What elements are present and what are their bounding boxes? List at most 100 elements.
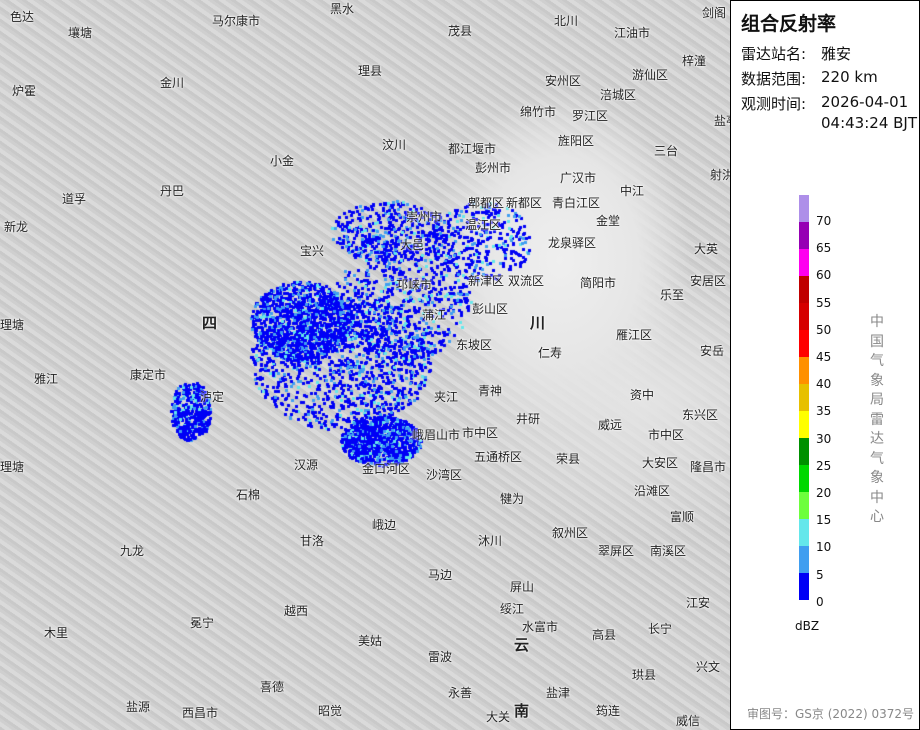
- city-label: 道孚: [62, 192, 87, 206]
- city-label: 茂县: [448, 24, 473, 38]
- legend-tick: 0: [816, 594, 824, 609]
- product-title: 组合反射率: [741, 13, 837, 35]
- city-label: 五通桥区: [474, 450, 523, 464]
- city-label: 威信: [676, 714, 701, 728]
- city-label: 隆昌市: [690, 460, 727, 474]
- city-label: 青神: [478, 384, 503, 398]
- color-legend: [799, 195, 809, 600]
- city-label: 市中区: [462, 426, 499, 440]
- city-label: 盐源: [126, 700, 151, 714]
- province-label: 南: [514, 702, 530, 720]
- city-label: 广汉市: [560, 171, 597, 185]
- city-label: 甘洛: [300, 534, 325, 548]
- city-label: 雷波: [428, 650, 453, 664]
- city-label: 永善: [448, 686, 473, 700]
- legend-swatch: [799, 303, 809, 330]
- approval-number: 审图号：GS京 (2022) 0372号: [747, 707, 914, 721]
- city-label: 宝兴: [300, 244, 325, 258]
- agency-label: 中国气象局雷达气象中心: [870, 314, 884, 525]
- city-label: 江油市: [614, 26, 651, 40]
- city-label: 沿滩区: [634, 484, 671, 498]
- city-label: 高县: [592, 628, 617, 642]
- legend-swatch: [799, 546, 809, 573]
- city-label: 龙泉驿区: [548, 236, 597, 250]
- city-label: 蒲江: [422, 308, 447, 322]
- city-label: 威远: [598, 418, 623, 432]
- city-label: 绥江: [500, 602, 525, 616]
- city-label: 理塘: [0, 318, 25, 332]
- city-label: 井研: [516, 412, 541, 426]
- city-label: 汉源: [294, 458, 319, 472]
- city-label: 新都区: [506, 196, 543, 210]
- city-label: 仁寿: [538, 346, 563, 360]
- city-label: 旌阳区: [558, 134, 595, 148]
- legend-swatch: [799, 519, 809, 546]
- city-label: 双流区: [508, 274, 545, 288]
- city-label: 长宁: [648, 622, 673, 636]
- city-label: 九龙: [120, 544, 145, 558]
- city-label: 黑水: [330, 2, 355, 16]
- city-label: 小金: [270, 154, 295, 168]
- city-label: 筠连: [596, 704, 621, 718]
- time-row: 观测时间: 2026-04-01 04:43:24 BJT: [741, 93, 917, 132]
- legend-tick: 50: [816, 322, 832, 337]
- legend-tick: 40: [816, 377, 832, 392]
- city-label: 北川: [554, 14, 579, 28]
- city-label: 大英: [694, 242, 719, 256]
- city-label: 雁江区: [616, 328, 653, 342]
- legend-tick: 70: [816, 214, 832, 228]
- city-label: 屏山: [510, 580, 535, 594]
- city-label: 梓潼: [682, 54, 707, 68]
- city-label: 新龙: [4, 220, 29, 234]
- date-value: 2026-04-01: [821, 93, 909, 111]
- city-label: 色达: [10, 10, 35, 24]
- city-label: 犍为: [500, 492, 525, 506]
- city-label: 木里: [44, 626, 69, 640]
- city-label: 美姑: [358, 634, 383, 648]
- info-panel: 组合反射率 雷达站名: 雅安 数据范围: 220 km 观测时间: 2026-04-0…: [730, 0, 920, 730]
- radar-echo-layer: [0, 0, 730, 730]
- city-label: 南溪区: [650, 544, 687, 558]
- city-label: 富顺: [670, 510, 695, 524]
- province-label: 川: [530, 314, 546, 332]
- city-label: 中江: [620, 184, 645, 198]
- city-label: 翠屏区: [598, 544, 635, 558]
- legend-swatch: [799, 222, 809, 249]
- city-label: 涪城区: [600, 88, 637, 102]
- legend-swatch: [799, 357, 809, 384]
- city-label: 新津区: [468, 274, 505, 288]
- range-value: 220 km: [821, 68, 878, 86]
- city-label: 安居区: [690, 274, 727, 288]
- city-label: 资中: [630, 388, 655, 402]
- city-label: 游仙区: [632, 68, 669, 82]
- city-label: 炉霍: [12, 84, 37, 98]
- city-label: 康定市: [130, 368, 167, 382]
- city-label: 盐津: [546, 686, 571, 700]
- city-label: 冕宁: [190, 616, 215, 630]
- city-label: 三台: [654, 144, 679, 158]
- range-label: 数据范围:: [741, 70, 807, 88]
- city-label: 大邑: [400, 238, 425, 252]
- legend-tick: 45: [816, 350, 832, 364]
- city-label: 温江区: [465, 218, 502, 232]
- province-label: 云: [514, 636, 530, 654]
- city-label: 石棉: [236, 488, 261, 502]
- legend-tick: 65: [816, 241, 832, 256]
- legend-tick: 15: [816, 513, 832, 528]
- city-label: 昭觉: [318, 704, 343, 718]
- city-label: 绵竹市: [520, 105, 557, 119]
- legend-swatch: [799, 330, 809, 357]
- time-label: 观测时间:: [741, 95, 807, 113]
- city-label: 盐亭: [714, 114, 730, 128]
- city-label: 剑阁: [702, 6, 727, 20]
- city-label: 兴文: [696, 660, 721, 674]
- legend-swatch: [799, 249, 809, 276]
- city-label: 乐至: [660, 288, 685, 302]
- city-label: 沐川: [478, 534, 503, 548]
- radar-map[interactable]: 色达 壤塘 马尔康市 黑水 茂县 北川 江油市 剑阁 金川 理县 安州区 游仙区 梓潼 炉霍 绵竹市 罗江区 涪…: [0, 0, 730, 730]
- city-label: 沙湾区: [426, 468, 463, 482]
- city-label: 理塘: [0, 460, 25, 474]
- city-label: 马尔康市: [212, 14, 261, 28]
- city-label: 崇州市: [406, 210, 443, 224]
- legend-tick: 55: [816, 295, 832, 310]
